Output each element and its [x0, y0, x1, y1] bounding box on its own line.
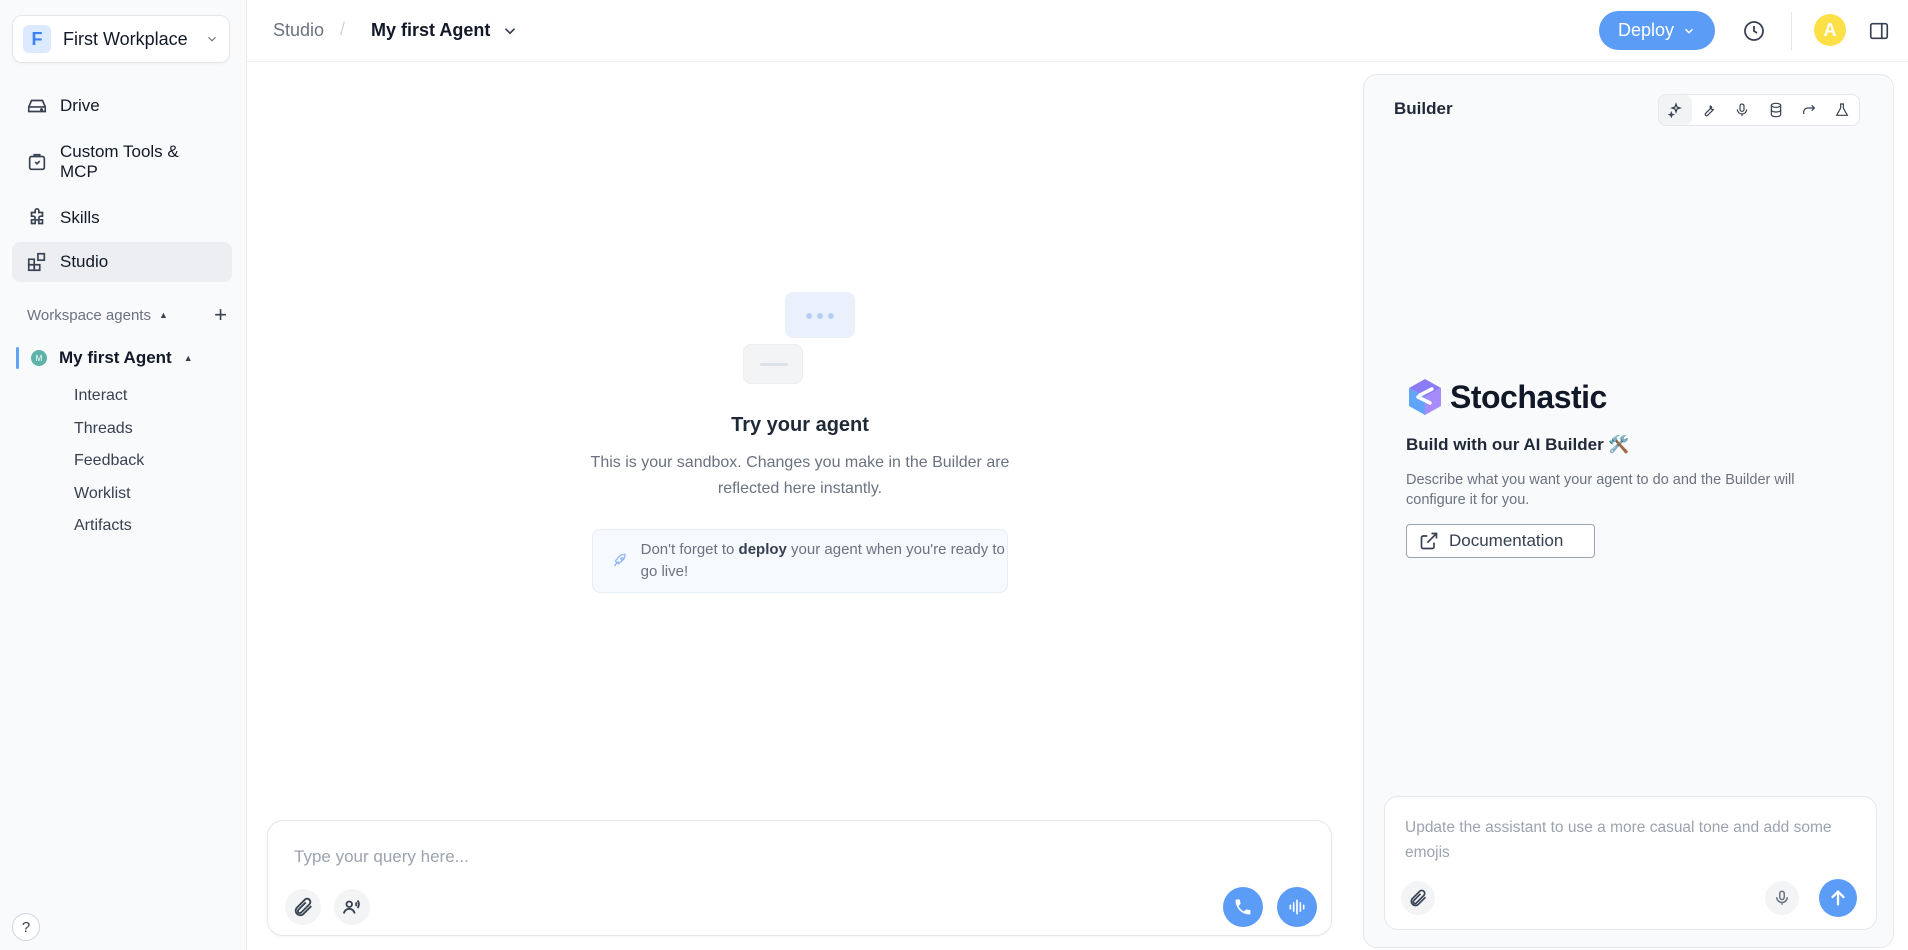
agent-sub-item-artifacts[interactable]: Artifacts	[74, 514, 144, 547]
arrow-up-icon	[1831, 889, 1845, 906]
sidebar-item-studio[interactable]: Studio	[12, 242, 232, 282]
tool-flask[interactable]	[1826, 95, 1859, 125]
chevron-down-icon[interactable]	[501, 22, 519, 40]
agent-sub-item-worklist[interactable]: Worklist	[74, 482, 144, 515]
sidebar: F First Workplace Drive Custom Tools & M…	[0, 0, 247, 950]
chevron-down-icon	[1685, 28, 1694, 34]
database-icon	[1770, 102, 1781, 118]
sidebar-item-label: Studio	[60, 252, 109, 271]
call-button[interactable]	[1223, 887, 1263, 927]
agent-sub-item-threads[interactable]: Threads	[74, 417, 144, 450]
stochastic-logo: Stochastic	[1406, 377, 1607, 417]
builder-attach-button[interactable]	[1401, 881, 1435, 915]
drive-icon	[27, 99, 47, 113]
help-button[interactable]: ?	[12, 913, 40, 941]
active-indicator	[16, 347, 19, 369]
chat-illustration	[743, 292, 855, 386]
chevron-down-icon	[208, 36, 216, 42]
tools-icon	[28, 153, 46, 171]
workspace-name: First Workplace	[63, 28, 188, 49]
wrench-icon	[1704, 105, 1715, 117]
builder-heading: Build with our AI Builder 🛠️	[1406, 435, 1630, 454]
voice-mode-button[interactable]	[1277, 887, 1317, 927]
deploy-button[interactable]: Deploy	[1599, 11, 1715, 50]
sidebar-item-skills[interactable]: Skills	[12, 198, 232, 238]
builder-description: Describe what you want your agent to do …	[1406, 472, 1795, 508]
top-bar: Studio / My first Agent Deploy A	[247, 0, 1908, 62]
builder-input-placeholder[interactable]: Update the assistant to use a more casua…	[1405, 815, 1855, 865]
sandbox-description: This is your sandbox. Changes you make i…	[590, 454, 1010, 497]
tool-wrench[interactable]	[1692, 95, 1725, 125]
bubble-dots	[785, 292, 855, 338]
paperclip-icon	[294, 897, 312, 917]
puzzle-icon	[30, 208, 44, 225]
agent-sub-nav: Interact Threads Feedback Worklist Artif…	[74, 384, 144, 547]
user-avatar[interactable]: A	[1814, 14, 1846, 46]
breadcrumb-current-agent[interactable]: My first Agent	[371, 20, 490, 41]
sidebar-nav: Drive Custom Tools & MCP Skills Studio	[12, 86, 232, 286]
waveform-icon	[1289, 899, 1305, 915]
tool-database[interactable]	[1759, 95, 1792, 125]
brand-name: Stochastic	[1450, 378, 1607, 415]
tool-redo[interactable]	[1792, 95, 1825, 125]
sidebar-item-label: Drive	[60, 96, 100, 115]
tool-sparkles[interactable]	[1659, 95, 1693, 125]
rocket-icon	[614, 553, 626, 567]
deploy-label: Deploy	[1617, 20, 1675, 40]
external-link-icon	[1420, 532, 1438, 550]
builder-mic-button[interactable]	[1765, 881, 1799, 915]
sidebar-item-custom-tools[interactable]: Custom Tools & MCP	[12, 130, 232, 194]
builder-title: Builder	[1394, 99, 1453, 118]
phone-icon	[1235, 899, 1251, 915]
divider	[1791, 12, 1792, 50]
breadcrumb-separator: /	[340, 19, 346, 39]
mic-icon	[1737, 103, 1748, 116]
query-composer	[267, 820, 1332, 936]
workspace-agents-header[interactable]: Workspace agents ▲ +	[27, 302, 227, 328]
add-agent-button[interactable]: +	[214, 302, 227, 328]
builder-composer[interactable]: Update the assistant to use a more casua…	[1384, 796, 1877, 930]
sparkles-icon	[1667, 102, 1682, 118]
workspace-agents-label: Workspace agents	[27, 306, 151, 324]
bubble-line	[743, 344, 803, 384]
mic-icon	[1776, 890, 1788, 905]
caret-up-icon: ▲	[183, 353, 193, 363]
builder-panel: Builder Stochastic Build with our AI Bui…	[1363, 74, 1894, 948]
paperclip-icon	[1410, 889, 1427, 907]
query-input[interactable]	[294, 847, 1194, 867]
tool-mic[interactable]	[1726, 95, 1759, 125]
builder-toolbar	[1658, 94, 1860, 126]
speaker-person-icon	[342, 899, 360, 914]
deploy-reminder-text: Don't forget to deploy your agent when y…	[640, 541, 1005, 580]
workspace-badge: F	[23, 25, 51, 53]
deploy-reminder: Don't forget to deploy your agent when y…	[592, 529, 1008, 593]
agent-name: My first Agent	[59, 348, 172, 367]
redo-icon	[1803, 104, 1816, 114]
breadcrumb-studio[interactable]: Studio	[273, 20, 324, 41]
stochastic-logo-icon	[1409, 379, 1441, 415]
caret-up-icon: ▲	[158, 310, 168, 320]
builder-send-button[interactable]	[1819, 879, 1857, 917]
sidebar-item-label: Skills	[60, 208, 100, 227]
agent-sub-item-feedback[interactable]: Feedback	[74, 449, 144, 482]
studio-icon	[27, 252, 46, 272]
flask-icon	[1835, 103, 1849, 116]
agent-item[interactable]: M My first Agent ▲	[16, 346, 226, 370]
documentation-button[interactable]: Documentation	[1406, 524, 1595, 558]
history-icon[interactable]	[1742, 19, 1766, 43]
documentation-label: Documentation	[1449, 531, 1564, 550]
sidebar-item-drive[interactable]: Drive	[12, 86, 232, 126]
attach-button[interactable]	[285, 889, 321, 925]
voice-input-button[interactable]	[334, 889, 370, 925]
sandbox-title: Try your agent	[731, 414, 869, 436]
toggle-panel-icon[interactable]	[1868, 20, 1890, 42]
workspace-switcher[interactable]: F First Workplace	[12, 15, 230, 63]
agent-avatar: M	[31, 350, 47, 366]
agent-sub-item-interact[interactable]: Interact	[74, 384, 144, 417]
sidebar-item-label: Custom Tools & MCP	[60, 142, 179, 181]
